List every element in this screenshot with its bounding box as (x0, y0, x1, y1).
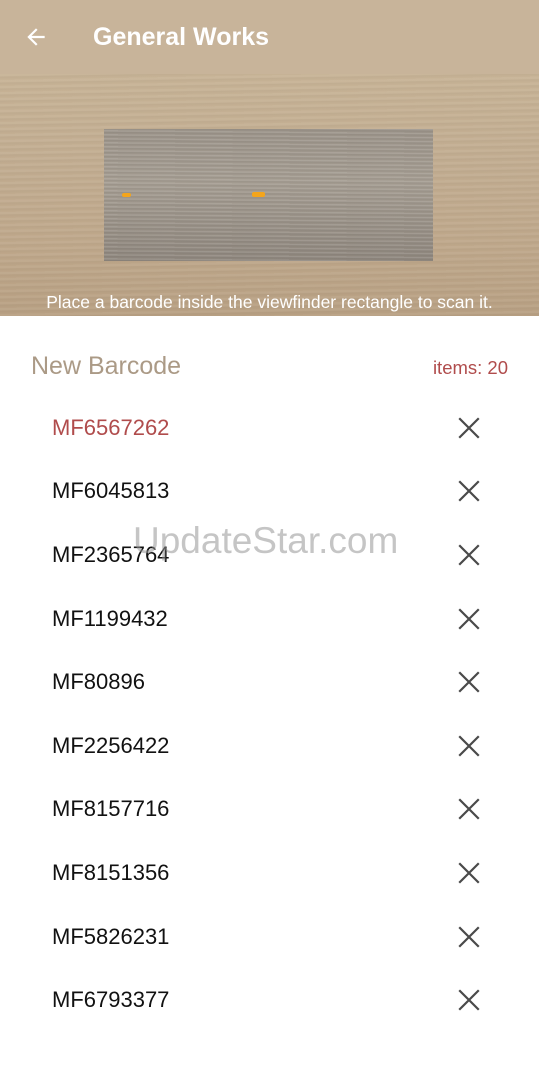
barcode-value: MF6045813 (52, 478, 170, 504)
close-icon (458, 544, 480, 566)
delete-button[interactable] (456, 415, 482, 441)
scan-indicator-dot (122, 193, 131, 197)
delete-button[interactable] (456, 478, 482, 504)
list-item[interactable]: MF5826231 (0, 905, 539, 969)
section-title: New Barcode (31, 352, 182, 380)
list-item[interactable]: MF2256422 (0, 714, 539, 778)
scan-hint-text: Place a barcode inside the viewfinder re… (46, 292, 493, 312)
barcode-list: MF6567262 MF6045813 MF2365764 MF1199432 MF80… (0, 396, 539, 1032)
delete-button[interactable] (456, 733, 482, 759)
item-count: items: 20 (432, 357, 508, 378)
app-bar: General Works (0, 0, 539, 74)
close-icon (458, 671, 480, 693)
close-icon (458, 480, 480, 502)
list-item[interactable]: MF6567262 (0, 396, 539, 460)
delete-button[interactable] (456, 924, 482, 950)
barcode-value: MF8151356 (52, 859, 170, 885)
barcode-value: MF8157716 (52, 796, 170, 822)
list-item[interactable]: MF6793377 (0, 968, 539, 1032)
scan-indicator-dot (252, 192, 265, 197)
viewfinder-rectangle (104, 129, 433, 261)
close-icon (458, 417, 480, 439)
close-icon (458, 798, 480, 820)
barcode-value: MF2365764 (52, 541, 170, 567)
delete-button[interactable] (456, 606, 482, 632)
barcode-value: MF1199432 (52, 605, 168, 631)
back-button[interactable] (0, 0, 72, 74)
list-item[interactable]: MF8151356 (0, 841, 539, 905)
delete-button[interactable] (456, 669, 482, 695)
close-icon (458, 989, 480, 1011)
list-item[interactable]: MF80896 (0, 650, 539, 714)
close-icon (458, 925, 480, 948)
close-icon (458, 735, 480, 757)
camera-preview: Place a barcode inside the viewfinder re… (0, 74, 539, 316)
list-item[interactable]: MF2365764 (0, 523, 539, 587)
barcode-value: MF5826231 (52, 923, 170, 949)
barcode-value: MF2256422 (52, 732, 170, 758)
page-title: General Works (93, 22, 270, 51)
barcode-value: MF6793377 (52, 987, 170, 1013)
list-header: New Barcode items: 20 (0, 340, 539, 396)
barcode-value: MF6567262 (52, 414, 170, 440)
barcode-value: MF80896 (52, 669, 145, 695)
list-item[interactable]: MF6045813 (0, 460, 539, 524)
delete-button[interactable] (456, 987, 482, 1013)
close-icon (458, 862, 480, 884)
delete-button[interactable] (456, 860, 482, 886)
arrow-left-icon (27, 28, 45, 46)
list-item[interactable]: MF8157716 (0, 778, 539, 842)
list-item[interactable]: MF1199432 (0, 587, 539, 651)
close-icon (458, 608, 480, 630)
delete-button[interactable] (456, 796, 482, 822)
delete-button[interactable] (456, 542, 482, 568)
